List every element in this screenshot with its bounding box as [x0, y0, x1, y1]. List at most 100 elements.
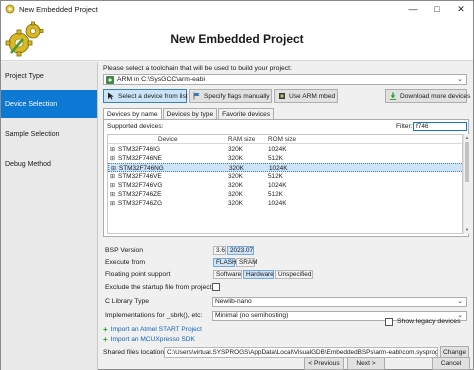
toolchain-value: ARM in C:\SysGCC\arm-eabi [117, 76, 205, 83]
use-arm-mbed-button[interactable]: Use ARM mbed [274, 89, 338, 103]
ram-size: 320K [228, 200, 243, 207]
bsp-version-option[interactable]: 3.6 [213, 246, 226, 255]
expand-icon[interactable]: ⊞ [111, 165, 116, 172]
column-header-rom[interactable]: ROM size [268, 136, 296, 143]
scrollbar-thumb[interactable] [465, 142, 469, 182]
table-row-selected[interactable]: ⊞ STM32F746NG 320K 1024K [108, 163, 462, 172]
device-name: STM32F746NE [118, 155, 163, 162]
sbrk-label: Implementations for _sbrk(), etc: [105, 312, 203, 319]
execute-from-flash[interactable]: FLASH [213, 258, 237, 267]
ram-size: 320K [228, 155, 243, 162]
rom-size: 1024K [268, 200, 287, 207]
table-row[interactable]: ⊞ STM32F746VE 320K 512K [108, 172, 462, 181]
device-list-scrollbar[interactable]: ▲ ▼ [463, 134, 469, 234]
table-row[interactable]: ⊞ STM32F746ZG 320K 1024K [108, 199, 462, 208]
execute-from-sram[interactable]: SRAM [236, 258, 257, 267]
cursor-icon [108, 92, 114, 100]
rom-size: 512K [268, 155, 283, 162]
cancel-button[interactable]: Cancel [432, 357, 470, 370]
shared-files-input[interactable]: C:\Users\virtual.SYSPROGS\AppData\Local\… [164, 347, 438, 358]
import-atmel-label: Import an Atmel START Project [110, 326, 202, 333]
rom-size: 1024K [268, 182, 287, 189]
device-name: STM32F746VG [118, 182, 163, 189]
expand-icon[interactable]: ⊞ [110, 155, 115, 162]
expand-icon[interactable]: ⊞ [110, 173, 115, 180]
device-name: STM32F746ZE [118, 191, 162, 198]
expand-icon[interactable]: ⊞ [110, 200, 115, 207]
device-table: Device RAM size ROM size ⊞ STM32F746IG 3… [107, 134, 463, 234]
close-button[interactable]: ✕ [449, 1, 473, 17]
ram-size: 320K [228, 191, 243, 198]
fpu-hardware[interactable]: Hardware [243, 270, 274, 279]
filter-input[interactable]: f746 [413, 122, 467, 131]
c-library-value: Newlib-nano [215, 298, 252, 305]
plus-icon: + [103, 335, 108, 344]
sidebar-item-label: Project Type [5, 72, 44, 80]
column-header-ram[interactable]: RAM size [228, 136, 255, 143]
c-library-select[interactable]: Newlib-nano ⌄ [212, 297, 467, 307]
arm-toolchain-icon [106, 75, 114, 84]
show-legacy-label: Show legacy devices [397, 318, 461, 325]
maximize-button[interactable]: □ [425, 1, 449, 17]
sidebar-item-project-type[interactable]: Project Type [1, 62, 97, 90]
import-mcuxpresso-link[interactable]: + Import an MCUXpresso SDK [103, 335, 195, 344]
select-from-list-button[interactable]: Select a device from list [103, 89, 188, 103]
use-arm-mbed-label: Use ARM mbed [289, 92, 336, 100]
scroll-down-icon[interactable]: ▼ [464, 227, 470, 232]
download-more-label: Download more devices [400, 92, 471, 100]
device-list-panel: Supported devices: Filter: f746 Device R… [103, 119, 469, 237]
rom-size: 1024K [269, 165, 288, 172]
download-more-devices-button[interactable]: Download more devices [385, 89, 471, 103]
plus-icon: + [103, 325, 108, 334]
sidebar-item-sample-selection[interactable]: Sample Selection [1, 120, 97, 148]
specify-flags-button[interactable]: Specify flags manually [189, 89, 272, 103]
import-atmel-link[interactable]: + Import an Atmel START Project [103, 325, 202, 334]
specify-flags-label: Specify flags manually [204, 92, 270, 100]
import-mcuxpresso-label: Import an MCUXpresso SDK [110, 336, 195, 343]
app-icon [5, 4, 15, 14]
mbed-chip-icon [279, 93, 285, 99]
sidebar-item-device-selection[interactable]: Device Selection [1, 90, 97, 118]
table-header: Device RAM size ROM size [108, 135, 462, 144]
tab-devices-by-type[interactable]: Devices by type [162, 108, 218, 119]
table-row[interactable]: ⊞ STM32F746ZE 320K 512K [108, 190, 462, 199]
table-row[interactable]: ⊞ STM32F746VG 320K 1024K [108, 181, 462, 190]
expand-icon[interactable]: ⊞ [110, 182, 115, 189]
next-button[interactable]: Next > [347, 357, 385, 370]
window-controls: — □ ✕ [401, 1, 473, 17]
main-panel: Please select a toolchain that will be u… [99, 62, 473, 370]
ram-size: 320K [228, 146, 243, 153]
previous-button[interactable]: < Previous [304, 357, 344, 370]
fpu-unspecified[interactable]: Unspecified [275, 270, 313, 279]
toolchain-select[interactable]: ARM in C:\SysGCC\arm-eabi ⌄ [103, 74, 467, 85]
sidebar-item-debug-method[interactable]: Debug Method [1, 150, 97, 178]
wizard-sidebar: Project Type Device Selection Sample Sel… [1, 62, 98, 370]
table-row[interactable]: ⊞ STM32F746NE 320K 512K [108, 154, 462, 163]
rom-size: 512K [268, 191, 283, 198]
scroll-up-icon[interactable]: ▲ [464, 135, 470, 140]
toolchain-prompt: Please select a toolchain that will be u… [103, 65, 292, 72]
expand-icon[interactable]: ⊞ [110, 191, 115, 198]
filter-label: Filter: [396, 123, 413, 130]
show-legacy-checkbox[interactable] [385, 318, 393, 326]
device-name: STM32F746ZG [118, 200, 163, 207]
device-name: STM32F746IG [118, 146, 160, 153]
select-from-list-label: Select a device from list [118, 92, 188, 100]
wizard-window: New Embedded Project — □ ✕ New Embedded … [0, 0, 474, 370]
device-name: STM32F746NG [119, 165, 164, 172]
exclude-startup-label: Exclude the startup file from project [105, 284, 212, 291]
page-title: New Embedded Project [170, 32, 304, 46]
column-header-device[interactable]: Device [158, 136, 178, 143]
sidebar-item-label: Debug Method [5, 160, 51, 168]
exclude-startup-checkbox[interactable] [212, 283, 220, 291]
device-tabs: Devices by name Devices by type Favorite… [103, 108, 275, 120]
bsp-version-label: BSP Version [105, 247, 144, 254]
bsp-version-option-selected[interactable]: 2023.07 [227, 246, 254, 255]
table-row[interactable]: ⊞ STM32F746IG 320K 1024K [108, 145, 462, 154]
shared-files-label: Shared files location: [103, 349, 167, 356]
device-name: STM32F746VE [118, 173, 162, 180]
minimize-button[interactable]: — [401, 1, 425, 17]
fpu-software[interactable]: Software [213, 270, 242, 279]
tab-favorite-devices[interactable]: Favorite devices [218, 108, 275, 119]
expand-icon[interactable]: ⊞ [110, 146, 115, 153]
